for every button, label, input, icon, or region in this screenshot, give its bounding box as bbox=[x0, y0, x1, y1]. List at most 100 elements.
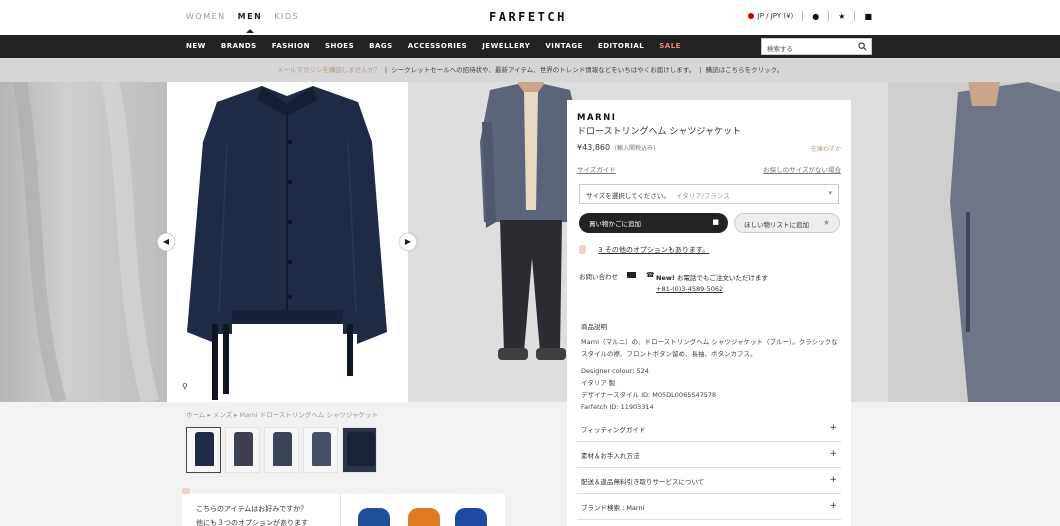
category-nav: NEW BRANDS FASHION SHOES BAGS ACCESSORIE… bbox=[0, 35, 1060, 58]
tab-kids[interactable]: KIDS bbox=[274, 12, 299, 21]
nav-item-accessories[interactable]: ACCESSORIES bbox=[408, 42, 468, 50]
size-guide-link[interactable]: サイズガイド bbox=[577, 164, 616, 174]
tab-men[interactable]: MEN bbox=[238, 12, 263, 33]
accordion-label: 素材＆お手入れ方法 bbox=[581, 452, 640, 460]
chevron-down-icon: ▾ bbox=[828, 189, 832, 197]
image-gallery: ◀ ▶ ⚲ bbox=[0, 82, 1060, 402]
product-name: ドローストリングヘム シャツジャケット bbox=[577, 127, 741, 137]
locale-selector[interactable]: JP / JPY (¥) bbox=[758, 12, 794, 20]
accordion-label: フィッティングガイド bbox=[581, 426, 646, 434]
tab-women[interactable]: WOMEN bbox=[186, 12, 226, 21]
logo[interactable]: FARFETCH bbox=[489, 10, 567, 24]
nav-item-vintage[interactable]: VINTAGE bbox=[545, 42, 583, 50]
star-icon: ★ bbox=[822, 218, 830, 227]
accordion-shipping[interactable]: 配送＆返品無料引き取りサービスについて + bbox=[577, 468, 841, 494]
divider bbox=[340, 494, 341, 526]
made-in: イタリア 製 bbox=[581, 379, 616, 387]
size-select-sub: イタリア/フランス bbox=[676, 192, 730, 200]
size-missing-link[interactable]: お探しのサイズがない場合 bbox=[763, 164, 841, 174]
star-icon[interactable]: ★ bbox=[838, 12, 845, 21]
search-placeholder: 検索する bbox=[767, 45, 793, 53]
phone-new-badge: New! bbox=[656, 274, 675, 282]
description-body: Marni（マルニ）の、ドローストリングヘム シャツジャケット（ブルー）。クラシ… bbox=[581, 338, 838, 358]
brand-name[interactable]: MARNI bbox=[577, 113, 616, 123]
header-tools: JP / JPY (¥) ● ★ ■ bbox=[747, 11, 872, 21]
thumbnail[interactable] bbox=[303, 427, 338, 473]
add-to-bag-label: 買い物かごに追加 bbox=[589, 220, 641, 228]
plus-icon: + bbox=[829, 423, 837, 433]
chevron-right-icon[interactable]: ▶ bbox=[399, 233, 417, 251]
more-options-label: 3 その他のオプションもあります。 bbox=[598, 246, 710, 254]
back-view-image bbox=[950, 82, 1060, 402]
nav-item-bags[interactable]: BAGS bbox=[369, 42, 393, 50]
bag-icon[interactable]: ■ bbox=[864, 12, 872, 21]
description-title: 商品説明 bbox=[581, 323, 607, 331]
nav-item-shoes[interactable]: SHOES bbox=[325, 42, 354, 50]
style-id: デザイナースタイル ID: M05DL0065S47578 bbox=[581, 391, 717, 399]
promo-bar: メールマガジンを購読しませんか？ | シークレットセールへの招待状や、最新アイテ… bbox=[0, 58, 1060, 82]
model-thumb bbox=[234, 432, 253, 466]
promo-text: シークレットセールへの招待状や、最新アイテム、世界のトレンド情報などをいちはやく… bbox=[391, 66, 696, 74]
accordion-fitting[interactable]: フィッティングガイド + bbox=[577, 416, 841, 442]
description-meta: Designer colour: 524 イタリア 製 デザイナースタイル ID… bbox=[581, 365, 716, 413]
nav-item-sale[interactable]: SALE bbox=[659, 42, 681, 50]
thumbnail[interactable] bbox=[342, 427, 377, 473]
model-thumb bbox=[312, 432, 331, 466]
promo-sep: | bbox=[697, 66, 704, 74]
nav-item-fashion[interactable]: FASHION bbox=[272, 42, 310, 50]
thumbnail[interactable] bbox=[186, 427, 221, 473]
lock-icon: ■ bbox=[712, 218, 719, 226]
thumbnail[interactable] bbox=[225, 427, 260, 473]
tag-icon bbox=[579, 245, 586, 254]
search-icon[interactable] bbox=[858, 42, 867, 51]
fabric-thumb bbox=[347, 432, 375, 466]
size-select[interactable]: サイズを選択してください。 イタリア/フランス ▾ bbox=[579, 184, 839, 204]
jacket-image bbox=[187, 86, 387, 400]
phone-order-text: お電話でもご注文いただけます bbox=[676, 274, 768, 282]
divider bbox=[802, 11, 804, 21]
gallery-prev-image[interactable] bbox=[0, 82, 167, 402]
plus-icon: + bbox=[829, 501, 837, 511]
tax-note: (輸入関税込み) bbox=[614, 145, 656, 152]
recommendation-item[interactable] bbox=[408, 508, 440, 526]
recommendation-box: こちらのアイテムはお好みですか？ 他にも３つのオプションがあります bbox=[182, 494, 505, 526]
phone-order-title: New! お電話でもご注文いただけます bbox=[656, 272, 768, 282]
more-options[interactable]: 3 その他のオプションもあります。 bbox=[579, 245, 709, 255]
add-to-wishlist-button[interactable]: ほしい物リストに追加 ★ bbox=[734, 213, 840, 233]
price-value: ¥43,860 bbox=[577, 143, 611, 152]
main-product-image[interactable] bbox=[167, 82, 408, 402]
person-icon[interactable]: ● bbox=[812, 12, 819, 21]
nav-item-editorial[interactable]: EDITORIAL bbox=[598, 42, 644, 50]
recommendation-title: こちらのアイテムはお好みですか？ bbox=[196, 505, 308, 513]
recommendation-item[interactable] bbox=[358, 508, 390, 526]
promo-highlight[interactable]: メールマガジンを購読しませんか？ bbox=[277, 66, 381, 74]
zoom-icon[interactable]: ⚲ bbox=[182, 382, 188, 391]
nav-item-new[interactable]: NEW bbox=[186, 42, 206, 50]
promo-cta[interactable]: 購読はこちらをクリック。 bbox=[706, 66, 783, 74]
nav-item-brands[interactable]: BRANDS bbox=[221, 42, 257, 50]
wishlist-label: ほしい物リストに追加 bbox=[744, 221, 809, 229]
mail-icon[interactable] bbox=[627, 272, 636, 278]
accordion-material[interactable]: 素材＆お手入れ方法 + bbox=[577, 442, 841, 468]
nav-item-jewellery[interactable]: JEWELLERY bbox=[482, 42, 530, 50]
model-thumb bbox=[273, 432, 292, 466]
plus-icon: + bbox=[829, 475, 837, 485]
designer-colour: Designer colour: 524 bbox=[581, 367, 649, 375]
farfetch-id: Farfetch ID: 11903314 bbox=[581, 403, 654, 411]
recommendation-item[interactable] bbox=[455, 508, 487, 526]
stock-status: 在庫わずか bbox=[810, 146, 841, 153]
chevron-left-icon[interactable]: ◀ bbox=[157, 233, 175, 251]
gender-nav: WOMEN MEN KIDS bbox=[186, 12, 299, 33]
accordion-brand[interactable]: ブランド検索 : Marni + bbox=[577, 494, 841, 520]
flag-icon bbox=[747, 13, 754, 19]
thumbnail-strip bbox=[186, 427, 377, 473]
phone-number-link[interactable]: +81-(0)3-4589-5062 bbox=[656, 285, 723, 293]
top-header: WOMEN MEN KIDS FARFETCH JP / JPY (¥) ● ★… bbox=[0, 0, 1060, 35]
add-to-bag-button[interactable]: 買い物かごに追加 ■ bbox=[579, 213, 728, 233]
search-input[interactable]: 検索する bbox=[761, 38, 872, 55]
breadcrumb[interactable]: ホーム ▸ メンズ ▸ Marni ドローストリングヘム シャツジャケット bbox=[186, 409, 378, 419]
gallery-next-image[interactable] bbox=[888, 82, 1060, 402]
phone-icon: ☎ bbox=[646, 271, 655, 279]
divider bbox=[828, 11, 830, 21]
thumbnail[interactable] bbox=[264, 427, 299, 473]
